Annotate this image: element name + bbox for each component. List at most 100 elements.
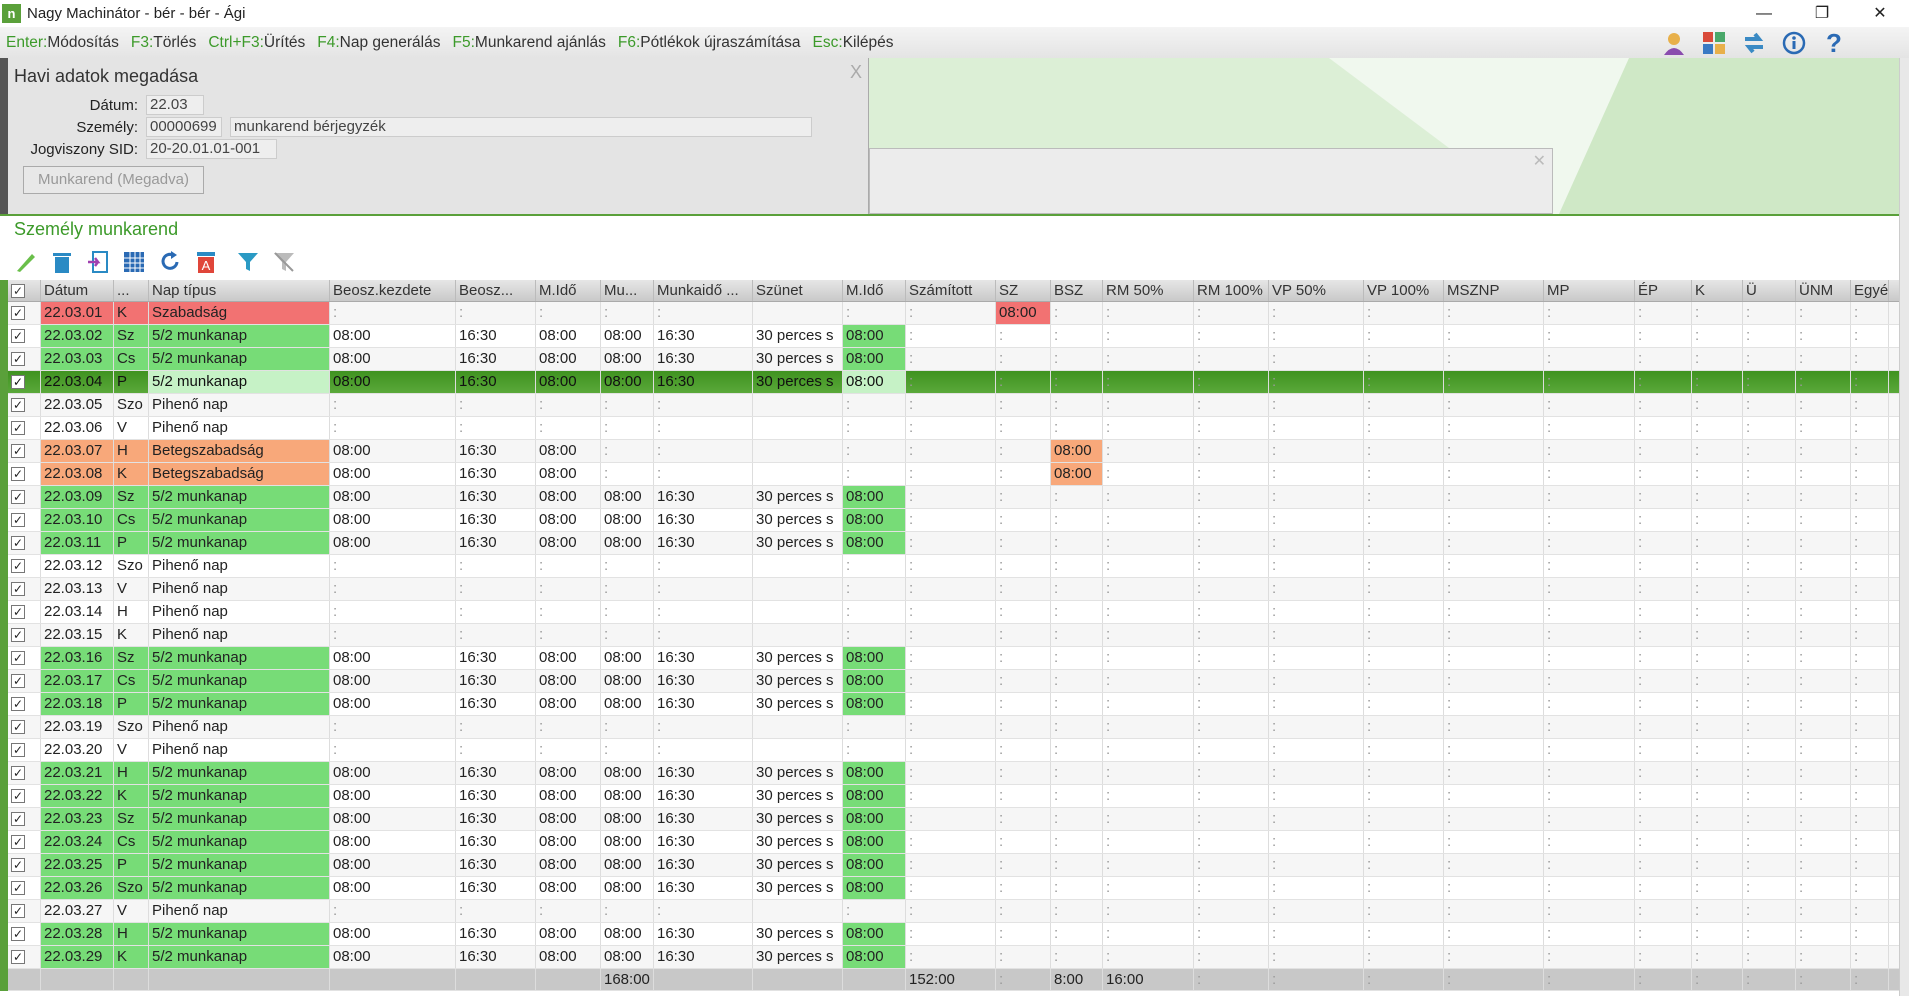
table-row[interactable]: ✓22.03.01KSzabadság 08:00 bbox=[8, 302, 1899, 325]
row-checkbox[interactable]: ✓ bbox=[8, 348, 41, 370]
row-checkbox[interactable]: ✓ bbox=[8, 486, 41, 508]
edit-pencil-icon[interactable] bbox=[10, 248, 42, 276]
menu-item-3[interactable]: F4:Nap generálás bbox=[317, 34, 440, 52]
row-checkbox[interactable]: ✓ bbox=[8, 624, 41, 646]
row-checkbox[interactable]: ✓ bbox=[8, 302, 41, 324]
column-header[interactable]: Nap típus bbox=[149, 280, 330, 301]
table-row[interactable]: ✓ 22.03.28 H 5/2 munkanap 08:00 16:30 08:00 08:… bbox=[8, 923, 1899, 946]
table-row[interactable]: ✓ 22.03.21 H 5/2 munkanap 08:00 16:30 08:00 08:… bbox=[8, 762, 1899, 785]
row-checkbox[interactable]: ✓ bbox=[8, 601, 41, 623]
column-header[interactable]: SZ bbox=[996, 280, 1051, 301]
inner-close-button[interactable]: ✕ bbox=[1533, 151, 1546, 171]
row-checkbox[interactable]: ✓ bbox=[8, 854, 41, 876]
row-checkbox[interactable]: ✓ bbox=[8, 808, 41, 830]
minimize-button[interactable]: — bbox=[1735, 0, 1793, 27]
szemely-name-field[interactable]: munkarend bérjegyzék bbox=[230, 117, 812, 137]
column-header[interactable]: ÜNM bbox=[1796, 280, 1851, 301]
column-header[interactable]: RM 50% bbox=[1103, 280, 1194, 301]
maximize-button[interactable]: ❐ bbox=[1793, 0, 1851, 27]
row-checkbox[interactable]: ✓ bbox=[8, 371, 41, 393]
sid-field[interactable]: 20-20.01.01-001 bbox=[146, 139, 277, 159]
row-checkbox[interactable]: ✓ bbox=[8, 785, 41, 807]
column-header[interactable]: MSZNP bbox=[1444, 280, 1544, 301]
modules-grid-icon[interactable] bbox=[1699, 29, 1729, 57]
table-row[interactable]: ✓ 22.03.24 Cs 5/2 munkanap 08:00 16:30 08:00 08… bbox=[8, 831, 1899, 854]
row-checkbox[interactable]: ✓ bbox=[8, 394, 41, 416]
menu-item-1[interactable]: F3:Törlés bbox=[131, 34, 196, 52]
column-header[interactable]: Számított bbox=[906, 280, 996, 301]
table-row[interactable]: ✓ 22.03.29 K 5/2 munkanap 08:00 16:30 08:00 08:… bbox=[8, 946, 1899, 969]
table-row[interactable]: ✓ 22.03.15 K Pihenő nap bbox=[8, 624, 1899, 647]
row-checkbox[interactable]: ✓ bbox=[8, 900, 41, 922]
munkarend-button[interactable]: Munkarend (Megadva) bbox=[23, 166, 204, 194]
table-row[interactable]: ✓ 22.03.27 V Pihenő nap bbox=[8, 900, 1899, 923]
table-row[interactable]: ✓ 22.03.16 Sz 5/2 munkanap 08:00 16:30 08:00 08… bbox=[8, 647, 1899, 670]
row-checkbox[interactable]: ✓ bbox=[8, 509, 41, 531]
table-row[interactable]: ✓ 22.03.13 V Pihenő nap bbox=[8, 578, 1899, 601]
table-row[interactable]: ✓ 22.03.17 Cs 5/2 munkanap 08:00 16:30 08:00 08… bbox=[8, 670, 1899, 693]
column-header[interactable]: Beosz... bbox=[456, 280, 536, 301]
column-header[interactable]: ÉP bbox=[1635, 280, 1692, 301]
row-checkbox[interactable]: ✓ bbox=[8, 693, 41, 715]
column-header[interactable]: M.Idő bbox=[843, 280, 906, 301]
row-checkbox[interactable]: ✓ bbox=[8, 670, 41, 692]
row-checkbox[interactable]: ✓ bbox=[8, 877, 41, 899]
menu-item-4[interactable]: F5:Munkarend ajánlás bbox=[453, 34, 606, 52]
column-header[interactable]: RM 100% bbox=[1194, 280, 1269, 301]
table-row[interactable]: ✓ 22.03.12 Szo Pihenő nap bbox=[8, 555, 1899, 578]
column-header[interactable]: BSZ bbox=[1051, 280, 1103, 301]
table-row[interactable]: ✓ 22.03.10 Cs 5/2 munkanap 08:00 16:30 08:00 08… bbox=[8, 509, 1899, 532]
column-header[interactable]: Egyéb bbox=[1851, 280, 1889, 301]
switch-arrows-icon[interactable] bbox=[1739, 29, 1769, 57]
row-checkbox[interactable]: ✓ bbox=[8, 831, 41, 853]
table-row[interactable]: ✓ 22.03.25 P 5/2 munkanap 08:00 16:30 08:00 08:… bbox=[8, 854, 1899, 877]
row-checkbox[interactable]: ✓ bbox=[8, 578, 41, 600]
menu-item-0[interactable]: Enter:Módosítás bbox=[6, 34, 119, 52]
row-checkbox[interactable]: ✓ bbox=[8, 716, 41, 738]
panel-close-button[interactable]: X bbox=[850, 62, 862, 83]
row-checkbox[interactable]: ✓ bbox=[8, 739, 41, 761]
vertical-scrollbar[interactable] bbox=[1899, 58, 1909, 996]
table-row[interactable]: ✓ 22.03.20 V Pihenő nap bbox=[8, 739, 1899, 762]
column-header[interactable]: Szünet bbox=[753, 280, 843, 301]
row-checkbox[interactable]: ✓ bbox=[8, 647, 41, 669]
column-header[interactable]: ... bbox=[114, 280, 149, 301]
column-header[interactable]: Dátum bbox=[41, 280, 114, 301]
table-row[interactable]: ✓ 22.03.14 H Pihenő nap bbox=[8, 601, 1899, 624]
row-checkbox[interactable]: ✓ bbox=[8, 325, 41, 347]
menu-item-2[interactable]: Ctrl+F3:Ürítés bbox=[208, 34, 305, 52]
column-header[interactable]: Munkaidő ... bbox=[654, 280, 753, 301]
table-row[interactable]: ✓ 22.03.26 Szo 5/2 munkanap 08:00 16:30 08:00 0… bbox=[8, 877, 1899, 900]
menu-item-5[interactable]: F6:Pótlékok újraszámítása bbox=[618, 34, 801, 52]
table-row[interactable]: ✓ 22.03.09 Sz 5/2 munkanap 08:00 16:30 08:00 08… bbox=[8, 486, 1899, 509]
table-row[interactable]: ✓ 22.03.02 Sz 5/2 munkanap 08:00 16:30 08:00 08… bbox=[8, 325, 1899, 348]
table-row[interactable]: ✓22.03.07HBetegszabadság08:0016:3008:000… bbox=[8, 440, 1899, 463]
row-checkbox[interactable]: ✓ bbox=[8, 923, 41, 945]
table-row[interactable]: ✓ 22.03.19 Szo Pihenő nap bbox=[8, 716, 1899, 739]
select-all-checkbox[interactable]: ✓ bbox=[8, 280, 41, 301]
column-header[interactable]: Ü bbox=[1743, 280, 1796, 301]
filter-icon[interactable] bbox=[232, 248, 264, 276]
datum-field[interactable]: 22.03 bbox=[146, 95, 204, 115]
table-row[interactable]: ✓ 22.03.23 Sz 5/2 munkanap 08:00 16:30 08:00 08… bbox=[8, 808, 1899, 831]
column-header[interactable]: K bbox=[1692, 280, 1743, 301]
table-row[interactable]: ✓ 22.03.11 P 5/2 munkanap 08:00 16:30 08:00 08:… bbox=[8, 532, 1899, 555]
column-header[interactable]: M.Idő bbox=[536, 280, 601, 301]
column-header[interactable]: Mu... bbox=[601, 280, 654, 301]
column-header[interactable]: Beosz.kezdete bbox=[330, 280, 456, 301]
refresh-icon[interactable] bbox=[154, 248, 186, 276]
row-checkbox[interactable]: ✓ bbox=[8, 463, 41, 485]
clear-text-icon[interactable]: A bbox=[190, 248, 222, 276]
row-checkbox[interactable]: ✓ bbox=[8, 946, 41, 968]
help-icon[interactable]: ? bbox=[1819, 28, 1849, 58]
szemely-id-field[interactable]: 00000699 bbox=[146, 117, 222, 137]
row-checkbox[interactable]: ✓ bbox=[8, 555, 41, 577]
table-row[interactable]: ✓ 22.03.06 V Pihenő nap bbox=[8, 417, 1899, 440]
column-header[interactable]: VP 50% bbox=[1269, 280, 1364, 301]
table-row[interactable]: ✓ 22.03.05 Szo Pihenő nap bbox=[8, 394, 1899, 417]
menu-item-6[interactable]: Esc:Kilépés bbox=[813, 34, 894, 52]
table-row[interactable]: ✓ 22.03.04 P 5/2 munkanap 08:00 16:30 08:00 08:… bbox=[8, 371, 1899, 394]
row-checkbox[interactable]: ✓ bbox=[8, 762, 41, 784]
row-checkbox[interactable]: ✓ bbox=[8, 532, 41, 554]
delete-trash-icon[interactable] bbox=[46, 248, 78, 276]
